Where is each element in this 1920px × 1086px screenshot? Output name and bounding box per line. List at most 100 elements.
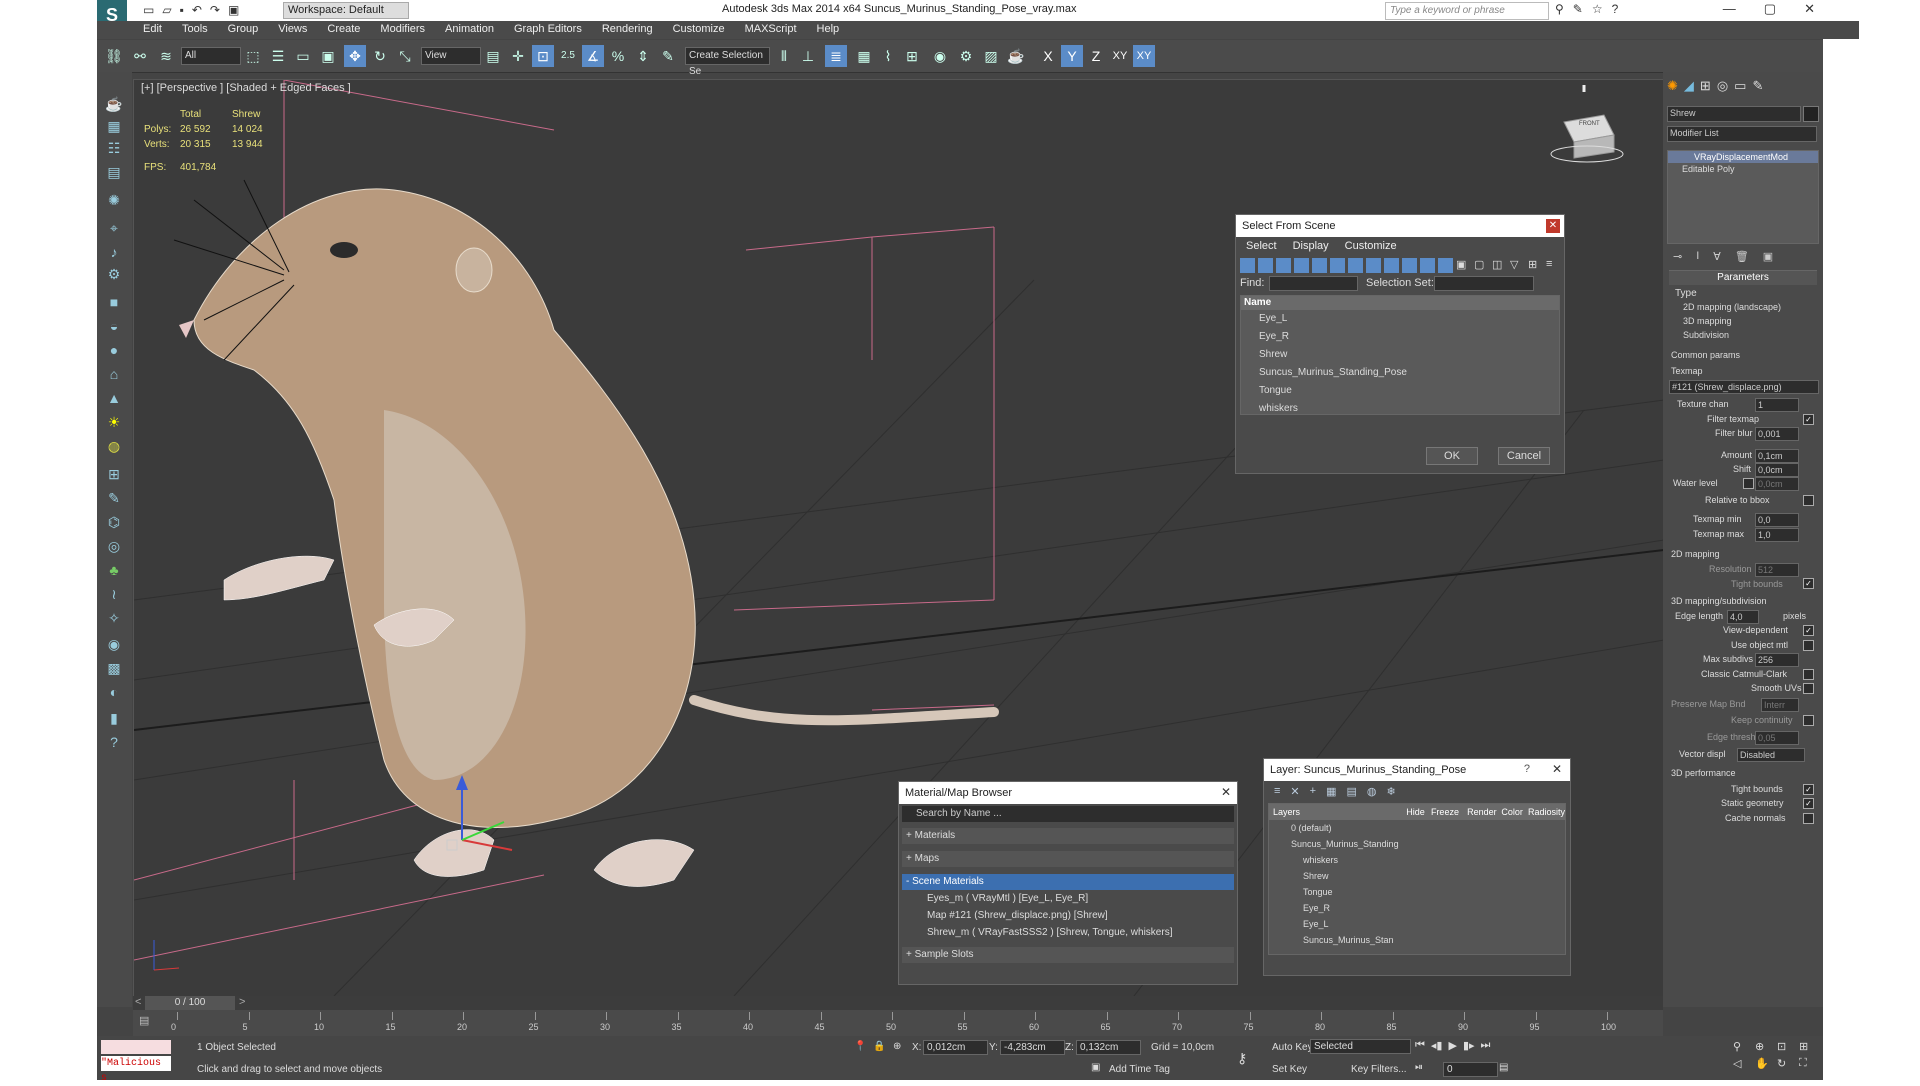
close-icon[interactable]: ✕ <box>1804 1 1815 17</box>
gears-icon[interactable]: ⚙ <box>104 264 124 284</box>
auto-key-button[interactable]: Auto Key <box>1272 1042 1313 1053</box>
filter-xrefs-icon[interactable] <box>1366 257 1381 273</box>
search-input[interactable]: Type a keyword or phrase <box>1385 2 1549 20</box>
image-icon[interactable]: ▦ <box>104 116 124 136</box>
list-item[interactable]: Tongue <box>1241 382 1559 400</box>
material-editor-icon[interactable]: ◉ <box>929 45 951 67</box>
viewport-label[interactable]: [+] [Perspective ] [Shaded + Edged Faces… <box>141 82 351 94</box>
zoom-extents-icon[interactable]: ⊡ <box>1777 1040 1795 1053</box>
texture-chan-input[interactable]: 1 <box>1755 398 1799 412</box>
filter-cameras-icon[interactable] <box>1294 257 1309 273</box>
layer-object-row[interactable]: Shrew <box>1269 868 1565 884</box>
close-icon[interactable]: ✕ <box>1221 785 1231 799</box>
list-item[interactable]: Suncus_Murinus_Standing_Pose <box>1241 364 1559 382</box>
menu-rendering[interactable]: Rendering <box>592 21 663 39</box>
lock-selection-icon[interactable]: 🔒 <box>873 1041 885 1052</box>
next-key-icon[interactable]: ▮▸ <box>1463 1039 1475 1052</box>
orbit-icon[interactable]: ↻ <box>1777 1057 1795 1070</box>
maxscript-listener[interactable]: "Malicious s <box>101 1056 171 1084</box>
light-icon[interactable]: ✺ <box>104 190 124 210</box>
menu-help[interactable]: Help <box>807 21 850 39</box>
edit-named-selection-icon[interactable]: ✎ <box>657 45 679 67</box>
keep-continuity-checkbox[interactable] <box>1803 715 1814 726</box>
water-level-input[interactable]: 0,0cm <box>1755 477 1799 491</box>
percent-snap-icon[interactable]: % <box>607 45 629 67</box>
redo-icon[interactable]: ↷ <box>210 3 220 17</box>
layer-row[interactable]: Suncus_Murinus_Standing <box>1269 836 1565 852</box>
object-name-field[interactable]: Shrew <box>1667 106 1801 122</box>
group-scene-materials[interactable]: - Scene Materials <box>902 874 1234 890</box>
curve-editor-icon[interactable]: ⌇ <box>877 45 899 67</box>
set-key-button[interactable]: Set Key <box>1272 1064 1307 1075</box>
undo-icon[interactable]: ↶ <box>192 3 202 17</box>
maximize-icon[interactable]: ▢ <box>1764 1 1776 17</box>
graphite-ribbon-icon[interactable]: ▦ <box>853 45 875 67</box>
edge-length-input[interactable]: 4,0 <box>1727 610 1759 624</box>
make-unique-icon[interactable]: ∀ <box>1713 250 1721 263</box>
col-color[interactable]: Color <box>1501 804 1528 820</box>
filter-helpers-icon[interactable] <box>1312 257 1327 273</box>
new-layer-icon[interactable]: ≡ <box>1274 785 1280 797</box>
add-time-tag-icon[interactable]: ▣ <box>1091 1062 1100 1073</box>
stack-item[interactable]: Editable Poly <box>1668 163 1818 175</box>
material-item[interactable]: Eyes_m ( VRayMtl ) [Eye_L, Eye_R] <box>899 890 1237 907</box>
list-item[interactable]: whiskers <box>1241 400 1559 418</box>
axis-z-button[interactable]: Z <box>1085 45 1107 67</box>
material-ball-icon[interactable]: ◉ <box>104 634 124 654</box>
next-frame-icon[interactable]: > <box>239 996 245 1008</box>
filter-hidden-icon[interactable] <box>1438 257 1453 273</box>
select-all-icon[interactable]: ▣ <box>1456 258 1471 273</box>
modifier-list-dropdown[interactable]: Modifier List <box>1667 126 1817 142</box>
menu-display[interactable]: Display <box>1293 237 1329 255</box>
filter-frozen-icon[interactable] <box>1420 257 1435 273</box>
absolute-mode-icon[interactable]: ⊕ <box>893 1041 901 1052</box>
catmull-clark-checkbox[interactable] <box>1803 669 1814 680</box>
maxscript-mini-listener[interactable] <box>101 1040 171 1054</box>
teapot-icon[interactable]: ☕ <box>104 94 124 114</box>
material-item[interactable]: Shrew_m ( VRayFastSSS2 ) [Shrew, Tongue,… <box>899 924 1237 941</box>
fx-icon[interactable]: ✧ <box>104 608 124 628</box>
show-end-result-icon[interactable]: I <box>1696 250 1699 263</box>
open-icon[interactable]: ▱ <box>162 3 171 17</box>
camera-icon[interactable]: ⌖ <box>104 218 124 238</box>
play-icon[interactable]: ▶ <box>1448 1039 1456 1052</box>
menu-customize[interactable]: Customize <box>1345 237 1397 255</box>
reference-coordinate-dropdown[interactable]: View <box>421 47 481 65</box>
grid-icon[interactable]: ⊞ <box>104 464 124 484</box>
axis-xy-cycle-button[interactable]: XY <box>1133 45 1155 67</box>
select-in-layer-icon[interactable]: ▦ <box>1326 785 1336 798</box>
help-circle-icon[interactable]: ? <box>104 732 124 752</box>
menu-graph-editors[interactable]: Graph Editors <box>504 21 592 39</box>
layer-manager-icon[interactable]: ≣ <box>825 45 847 67</box>
hold-icon[interactable]: ▣ <box>228 3 239 17</box>
globe-icon[interactable]: ◎ <box>104 536 124 556</box>
col-render[interactable]: Render <box>1467 804 1501 820</box>
save-icon[interactable]: ▪ <box>180 3 184 17</box>
cancel-button[interactable]: Cancel <box>1498 447 1550 465</box>
time-slider-thumb[interactable]: 0 / 100 <box>145 996 235 1010</box>
binoculars-icon[interactable]: ⚲ <box>1555 2 1564 16</box>
axis-xy-button[interactable]: XY <box>1109 45 1131 67</box>
rect-region-icon[interactable]: ▭ <box>292 45 314 67</box>
radio-3d-mapping[interactable]: 3D mapping <box>1683 316 1732 326</box>
spinner-snap-icon[interactable]: ⇕ <box>632 45 654 67</box>
key-filters-button[interactable]: Key Filters... <box>1351 1064 1407 1075</box>
edge-thresh-input[interactable]: 0,05 <box>1755 731 1799 745</box>
select-object-icon[interactable]: ⬚ <box>242 45 264 67</box>
filter-texmap-checkbox[interactable]: ✓ <box>1803 414 1814 425</box>
add-time-tag[interactable]: Add Time Tag <box>1109 1064 1170 1075</box>
previous-key-icon[interactable]: ◂▮ <box>1431 1039 1443 1052</box>
sphere-icon[interactable]: ● <box>104 340 124 360</box>
menu-tools[interactable]: Tools <box>172 21 218 39</box>
configure-sets-icon[interactable]: ▣ <box>1763 250 1773 263</box>
bind-space-warp-icon[interactable]: ≋ <box>155 45 177 67</box>
preserve-map-dropdown[interactable]: Interr <box>1761 698 1799 712</box>
track-bar[interactable]: ▤ 0 5 10 15 20 25 30 35 40 45 50 55 60 65 70 75 80 85 90 95… <box>133 1010 1663 1036</box>
align-icon[interactable]: ⊥ <box>797 45 819 67</box>
star-icon[interactable]: ☆ <box>1592 2 1603 16</box>
zoom-icon[interactable]: ⚲ <box>1733 1040 1751 1053</box>
col-radiosity[interactable]: Radiosity <box>1528 804 1565 820</box>
group-sample-slots[interactable]: + Sample Slots <box>902 947 1234 963</box>
create-tab-icon[interactable]: ✺ <box>1667 78 1678 94</box>
keyboard-shortcut-icon[interactable]: ⊡ <box>532 45 554 67</box>
